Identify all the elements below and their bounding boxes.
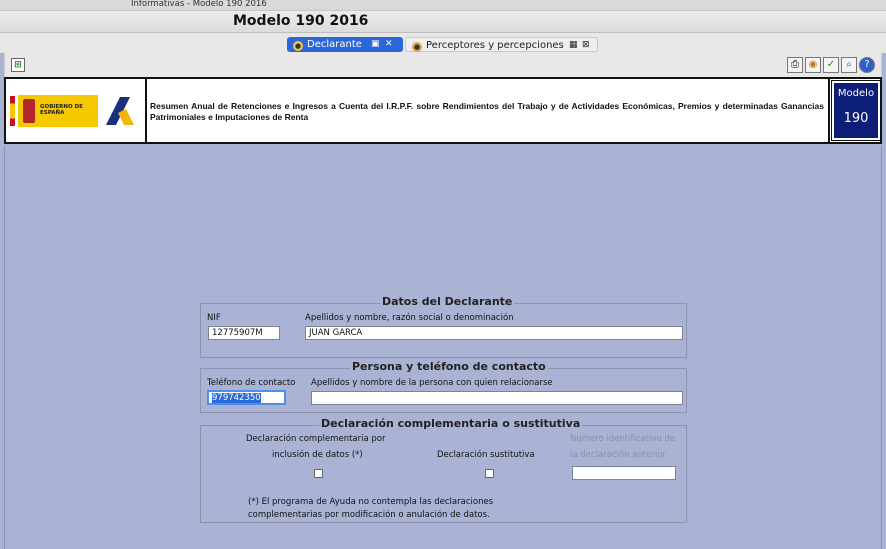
nif-input[interactable]: 12775907M xyxy=(208,326,280,340)
validate-icon[interactable]: ✓ xyxy=(823,57,839,73)
contacto-group: Persona y teléfono de contacto Teléfono … xyxy=(200,360,687,413)
help-icon[interactable]: ? xyxy=(859,57,875,73)
tree-view-icon[interactable]: ⊞ xyxy=(11,58,25,72)
contacto-group-title: Persona y teléfono de contacto xyxy=(350,360,548,374)
app-titlebar: Modelo 190 2016 xyxy=(0,11,886,33)
tab-close-icon[interactable]: ⊠ xyxy=(582,38,590,53)
os-titlebar: Informativas - Modelo 190 2016 xyxy=(0,0,886,11)
complementaria-label-line2: inclusión de datos (*) xyxy=(272,450,363,460)
perceptores-tab-icon: ● xyxy=(412,42,422,52)
app-title: Modelo 190 2016 xyxy=(233,13,369,29)
form-description: Resumen Anual de Retenciones e Ingresos … xyxy=(150,101,824,122)
toolbar-actions: ⎙ ◉ ✓ ⌕ ? xyxy=(787,57,875,73)
tab-close-icon[interactable]: ✕ xyxy=(385,37,393,52)
tab-minimize-icon[interactable]: ▣ xyxy=(371,37,380,52)
footnote-line2: complementarias por modificación o anula… xyxy=(248,510,490,520)
declarante-tab-icon: ● xyxy=(293,41,303,51)
nif-label: NIF xyxy=(207,313,221,323)
declarante-group: Datos del Declarante NIF Apellidos y nom… xyxy=(200,295,687,358)
declarante-group-title: Datos del Declarante xyxy=(380,295,515,309)
flag-icon xyxy=(10,96,15,126)
government-logo: GOBIERNO DE ESPAÑA xyxy=(18,95,98,127)
model-badge: Modelo 190 xyxy=(831,80,881,141)
government-logo-text: GOBIERNO DE ESPAÑA xyxy=(40,104,83,116)
form-panel: Datos del Declarante NIF Apellidos y nom… xyxy=(4,146,882,549)
crest-icon xyxy=(23,99,35,123)
phone-label: Teléfono de contacto xyxy=(207,378,296,388)
agency-logo xyxy=(100,95,140,127)
tab-declarante[interactable]: ● Declarante ▣ ✕ xyxy=(287,37,403,52)
name-input[interactable]: JUAN GARCA xyxy=(305,326,683,340)
phone-input[interactable]: 979742350 xyxy=(207,390,286,405)
sustitutiva-label: Declaración sustitutiva xyxy=(437,450,535,460)
model-number: 190 xyxy=(843,111,869,126)
export-icon[interactable]: ◉ xyxy=(805,57,821,73)
complementaria-checkbox[interactable] xyxy=(314,469,323,478)
phone-value: 979742350 xyxy=(212,393,261,403)
tab-perceptores[interactable]: ● Perceptores y percepciones ▦ ⊠ xyxy=(405,37,598,52)
sustitutiva-checkbox[interactable] xyxy=(485,469,494,478)
model-label: Modelo xyxy=(837,88,875,99)
tab-grid-icon[interactable]: ▦ xyxy=(569,38,578,53)
contact-person-label: Apellidos y nombre de la persona con qui… xyxy=(311,378,553,388)
footnote-line1: (*) El programa de Ayuda no contempla la… xyxy=(248,497,494,507)
print-icon[interactable]: ⎙ xyxy=(787,57,803,73)
toolbar: ⊞ ⎙ ◉ ✓ ⌕ ? xyxy=(4,53,882,77)
numero-anterior-label-line2: la declaración anterior xyxy=(570,450,666,460)
agency-logo-icon xyxy=(106,97,134,125)
complementaria-group: Declaración complementaria o sustitutiva… xyxy=(200,417,687,523)
numero-anterior-input[interactable] xyxy=(572,466,676,480)
tab-declarante-label: Declarante xyxy=(307,39,362,50)
name-label: Apellidos y nombre, razón social o denom… xyxy=(305,313,514,323)
contact-person-input[interactable] xyxy=(311,391,683,405)
logo: GOBIERNO DE ESPAÑA xyxy=(10,94,143,130)
complementaria-label-line1: Declaración complementaria por xyxy=(246,434,386,444)
tab-perceptores-label: Perceptores y percepciones xyxy=(426,40,564,51)
header-banner: GOBIERNO DE ESPAÑA Resumen Anual de Rete… xyxy=(4,77,882,144)
banner-divider xyxy=(828,79,830,142)
complementaria-group-title: Declaración complementaria o sustitutiva xyxy=(319,417,583,431)
tab-strip: ● Declarante ▣ ✕ ● Perceptores y percepcio… xyxy=(0,33,886,53)
os-window-title: Informativas - Modelo 190 2016 xyxy=(131,0,267,9)
banner-divider xyxy=(145,79,147,142)
search-icon[interactable]: ⌕ xyxy=(841,57,857,73)
numero-anterior-label-line1: Número identificativo de xyxy=(570,434,676,444)
